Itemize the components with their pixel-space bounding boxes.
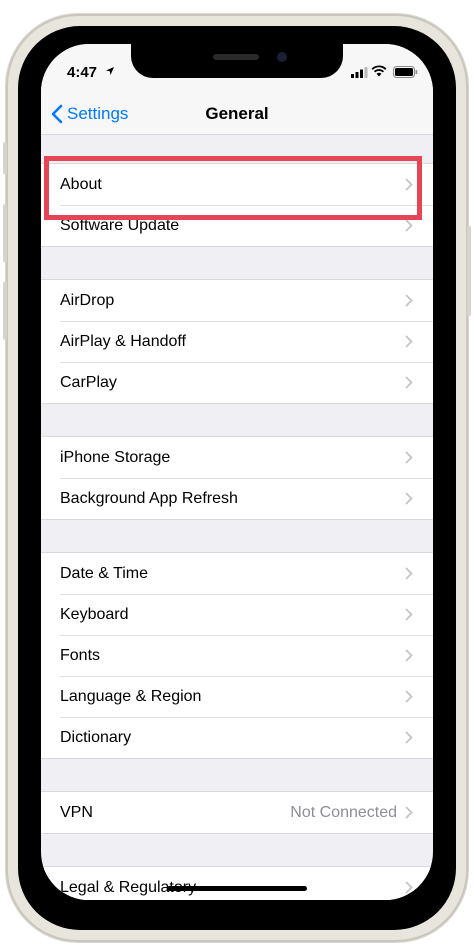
dictionary-row[interactable]: Dictionary xyxy=(41,717,433,758)
chevron-right-icon xyxy=(405,451,413,464)
settings-group-storage: iPhone Storage Background App Refresh xyxy=(41,436,433,520)
earpiece-speaker xyxy=(213,54,259,60)
volume-down-button xyxy=(3,282,7,340)
settings-group-about: About Software Update xyxy=(41,163,433,247)
background-app-refresh-label: Background App Refresh xyxy=(60,489,238,507)
chevron-right-icon xyxy=(405,567,413,580)
fonts-row[interactable]: Fonts xyxy=(41,635,433,676)
iphone-storage-label: iPhone Storage xyxy=(60,448,171,466)
page-title: General xyxy=(205,104,269,123)
volume-up-button xyxy=(3,204,7,262)
home-indicator[interactable] xyxy=(167,886,307,891)
phone-screen: 4:47 Settings General About Software Upd… xyxy=(41,44,433,900)
settings-group-connectivity: AirDrop AirPlay & Handoff CarPlay xyxy=(41,279,433,404)
chevron-right-icon xyxy=(405,649,413,662)
settings-list: About Software Update AirDrop AirPlay & … xyxy=(41,135,433,900)
cellular-signal-icon xyxy=(351,67,368,78)
notch xyxy=(131,44,343,78)
airplay-handoff-row[interactable]: AirPlay & Handoff xyxy=(41,321,433,362)
chevron-right-icon xyxy=(405,608,413,621)
chevron-right-icon xyxy=(405,881,413,894)
wifi-icon xyxy=(371,65,387,77)
settings-group-locale: Date & Time Keyboard Fonts Language & Re… xyxy=(41,552,433,759)
about-row[interactable]: About xyxy=(41,164,433,205)
carplay-row[interactable]: CarPlay xyxy=(41,362,433,403)
chevron-right-icon xyxy=(405,806,413,819)
chevron-right-icon xyxy=(405,219,413,232)
battery-icon xyxy=(393,66,418,78)
chevron-right-icon xyxy=(405,294,413,307)
keyboard-label: Keyboard xyxy=(60,605,129,623)
chevron-right-icon xyxy=(405,492,413,505)
settings-group-legal: Legal & Regulatory xyxy=(41,866,433,900)
fonts-label: Fonts xyxy=(60,646,101,664)
background-app-refresh-row[interactable]: Background App Refresh xyxy=(41,478,433,519)
dictionary-label: Dictionary xyxy=(60,728,132,746)
chevron-right-icon xyxy=(405,690,413,703)
iphone-storage-row[interactable]: iPhone Storage xyxy=(41,437,433,478)
software-update-row[interactable]: Software Update xyxy=(41,205,433,246)
date-time-label: Date & Time xyxy=(60,564,149,582)
language-region-row[interactable]: Language & Region xyxy=(41,676,433,717)
airdrop-row[interactable]: AirDrop xyxy=(41,280,433,321)
status-time: 4:47 xyxy=(67,64,98,81)
chevron-right-icon xyxy=(405,178,413,191)
about-label: About xyxy=(60,175,102,193)
mute-switch xyxy=(3,142,7,174)
vpn-row[interactable]: VPN Not Connected xyxy=(41,792,433,833)
power-button xyxy=(467,226,471,316)
legal-regulatory-row[interactable]: Legal & Regulatory xyxy=(41,867,433,900)
location-arrow-icon xyxy=(106,67,114,75)
chevron-right-icon xyxy=(405,376,413,389)
vpn-status-value: Not Connected xyxy=(290,803,397,821)
airdrop-label: AirDrop xyxy=(60,291,115,309)
date-time-row[interactable]: Date & Time xyxy=(41,553,433,594)
vpn-label: VPN xyxy=(60,803,93,821)
keyboard-row[interactable]: Keyboard xyxy=(41,594,433,635)
language-region-label: Language & Region xyxy=(60,687,202,705)
settings-group-vpn: VPN Not Connected xyxy=(41,791,433,834)
airplay-handoff-label: AirPlay & Handoff xyxy=(60,332,186,350)
chevron-right-icon xyxy=(405,335,413,348)
carplay-label: CarPlay xyxy=(60,373,117,391)
chevron-right-icon xyxy=(405,731,413,744)
navigation-bar: Settings General xyxy=(41,94,433,135)
front-camera xyxy=(277,52,287,62)
software-update-label: Software Update xyxy=(60,216,180,234)
